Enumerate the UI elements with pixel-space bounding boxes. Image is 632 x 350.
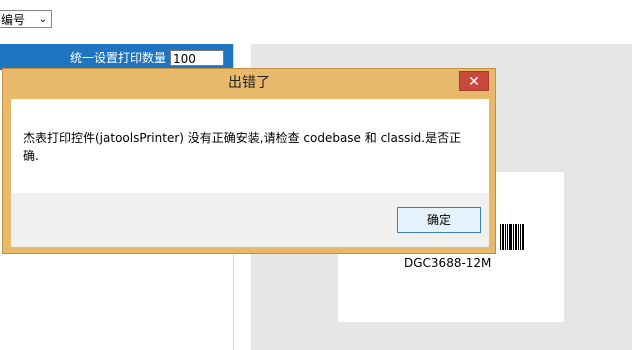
- print-quantity-input[interactable]: 100: [170, 50, 224, 66]
- chevron-down-icon: ⌄: [38, 14, 47, 25]
- close-button[interactable]: ✕: [459, 71, 489, 91]
- dialog-title: 出错了: [228, 75, 270, 91]
- field-select-value: 编号: [1, 13, 26, 27]
- print-quantity-label: 统一设置打印数量: [70, 51, 167, 65]
- ok-button[interactable]: 确定: [397, 207, 481, 233]
- error-message: 杰表打印控件(jatoolsPrinter) 没有正确安装,请检查 codeba…: [23, 131, 462, 163]
- error-dialog: 出错了 ✕ 杰表打印控件(jatoolsPrinter) 没有正确安装,请检查 …: [2, 68, 496, 254]
- top-toolbar: 编号 ⌄: [0, 0, 632, 38]
- message-area: 杰表打印控件(jatoolsPrinter) 没有正确安装,请检查 codeba…: [11, 99, 489, 193]
- barcode-text: DGC3688-12M: [404, 256, 492, 270]
- print-quantity-bar: 统一设置打印数量 100: [0, 44, 233, 70]
- barcode-image: [500, 224, 524, 250]
- dialog-body: 杰表打印控件(jatoolsPrinter) 没有正确安装,请检查 codeba…: [11, 99, 489, 247]
- field-select[interactable]: 编号 ⌄: [0, 10, 52, 28]
